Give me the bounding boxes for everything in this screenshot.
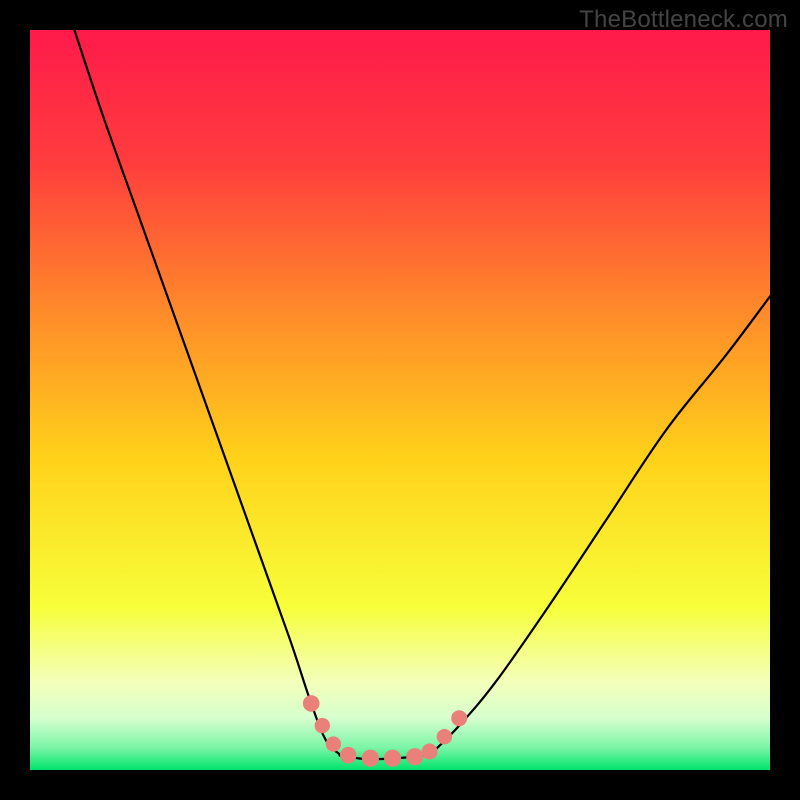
marker-floor-2 — [362, 750, 379, 767]
plot-area — [30, 30, 770, 770]
marker-left-3 — [326, 736, 341, 751]
marker-right-2 — [437, 729, 452, 744]
marker-right-1 — [422, 744, 438, 760]
marker-floor-3 — [384, 750, 401, 767]
gradient-background — [30, 30, 770, 770]
marker-floor-1 — [340, 747, 357, 764]
watermark-text: TheBottleneck.com — [579, 6, 788, 34]
chart-frame: TheBottleneck.com — [0, 0, 800, 800]
marker-left-2 — [315, 718, 330, 733]
marker-left-1 — [303, 695, 320, 712]
marker-right-3 — [451, 710, 467, 726]
marker-floor-4 — [406, 748, 423, 765]
chart-svg — [30, 30, 770, 770]
